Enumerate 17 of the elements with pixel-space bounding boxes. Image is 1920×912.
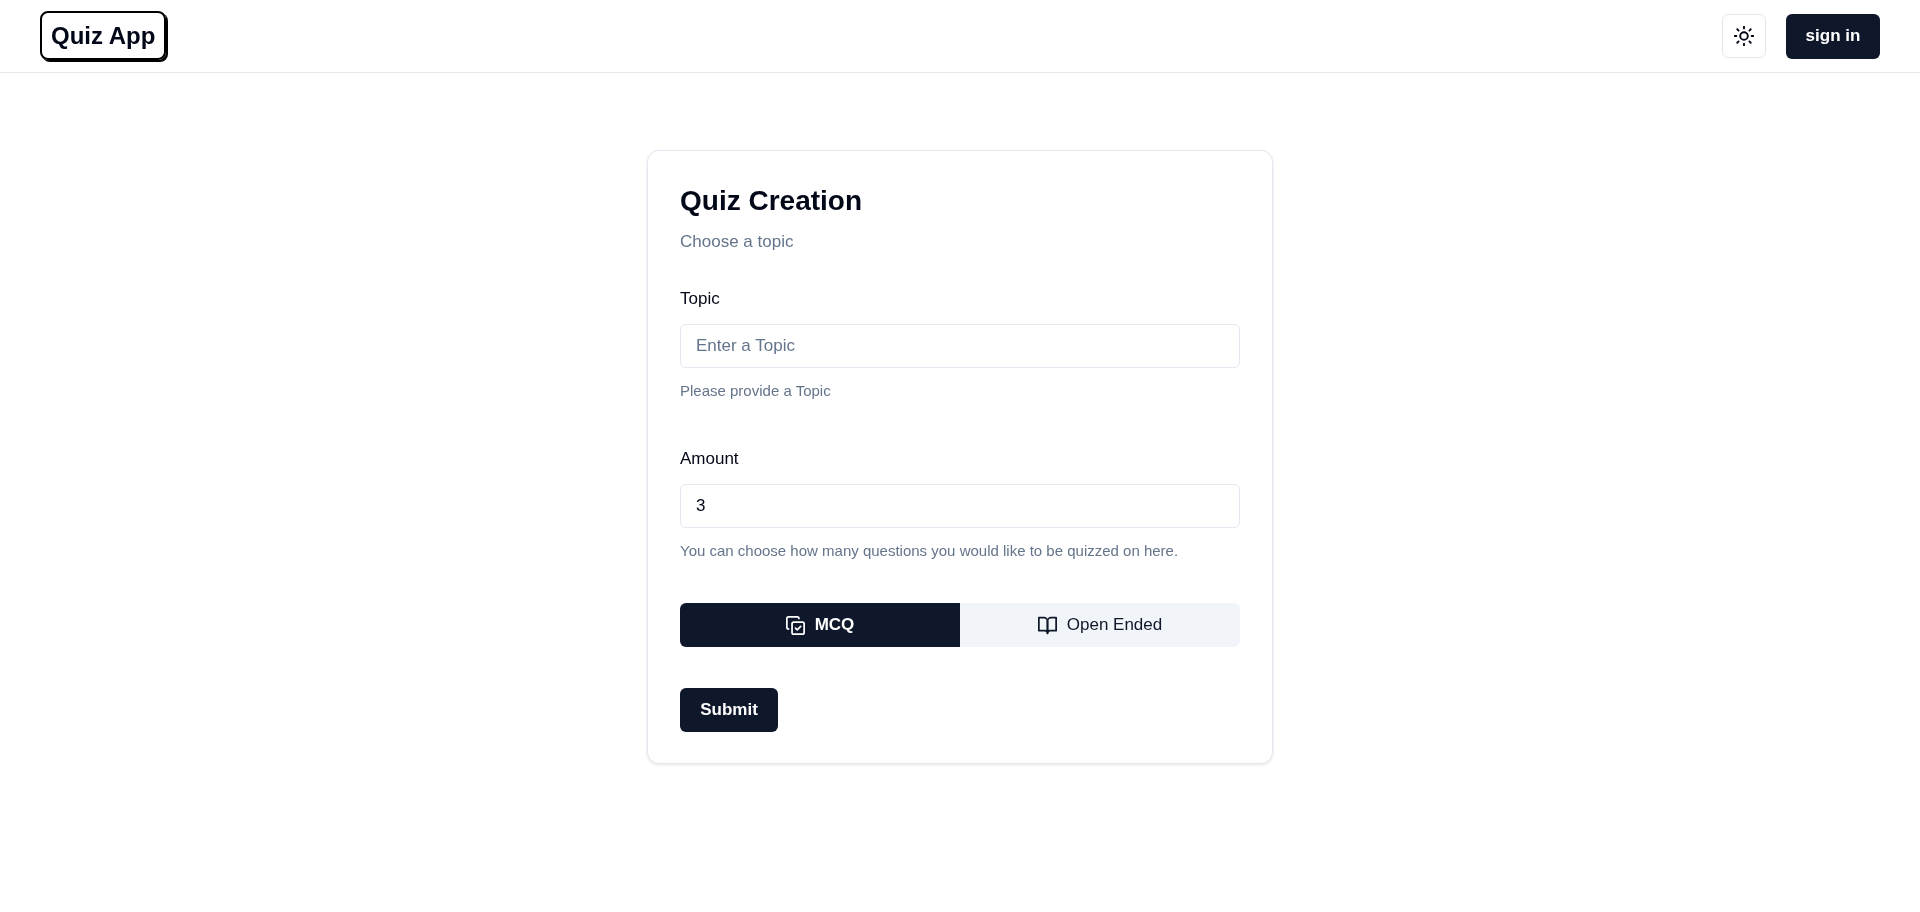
submit-button[interactable]: Submit: [680, 688, 778, 732]
helper-text: Please provide a Topic: [680, 381, 832, 401]
field-label: Topic: [680, 288, 721, 310]
input-field[interactable]: 3: [680, 484, 1240, 528]
helper-text: You can choose how many questions you would like to be quizzed on here.: [680, 541, 1180, 561]
field-label: Amount: [680, 448, 740, 470]
card-title: Quiz Creation: [680, 184, 863, 218]
input-field[interactable]: Enter a Topic: [680, 324, 1240, 368]
theme-toggle-button[interactable]: [1722, 14, 1766, 58]
app-logo[interactable]: Quiz App: [40, 11, 167, 60]
sun-icon: [1734, 26, 1754, 46]
copy-check-icon: [785, 615, 805, 635]
quiz-type-toggle[interactable]: Open Ended: [960, 603, 1240, 647]
sign-in-button[interactable]: sign in: [1786, 13, 1880, 59]
book-icon: [1037, 615, 1057, 635]
card-description: Choose a topic: [680, 231, 795, 253]
quiz-type-toggle[interactable]: MCQ: [680, 603, 960, 647]
